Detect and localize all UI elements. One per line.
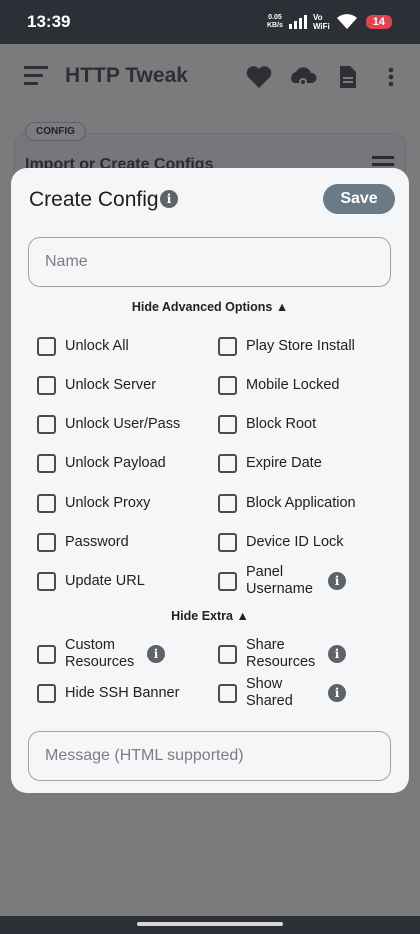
checkbox-box[interactable] bbox=[37, 684, 56, 703]
document-icon[interactable] bbox=[332, 63, 362, 91]
cloud-sync-icon[interactable] bbox=[288, 63, 318, 91]
checkbox-hide-ssh-banner[interactable]: Hide SSH Banner bbox=[37, 684, 179, 703]
dialog-title: Create Config bbox=[29, 188, 159, 211]
app-title: HTTP Tweak bbox=[65, 64, 188, 87]
battery-indicator: 14 bbox=[365, 15, 392, 29]
wifi-icon bbox=[336, 14, 357, 29]
checkbox-share-resources[interactable]: Share Resources bbox=[218, 637, 318, 671]
checkbox-box[interactable] bbox=[37, 415, 56, 434]
hide-advanced-options-toggle[interactable]: Hide Advanced Options ▲ bbox=[11, 300, 409, 314]
checkbox-box[interactable] bbox=[218, 454, 237, 473]
checkbox-box[interactable] bbox=[218, 571, 237, 591]
checkbox-box[interactable] bbox=[218, 533, 237, 552]
info-icon[interactable]: i bbox=[328, 684, 346, 702]
name-field[interactable] bbox=[28, 237, 391, 287]
status-bar: 13:39 0.05 KB/s Vo WiFi 14 bbox=[0, 0, 420, 44]
network-speed: 0.05 KB/s bbox=[266, 14, 283, 29]
checkbox-custom-resources[interactable]: Custom Resources bbox=[37, 637, 137, 671]
signal-icon bbox=[288, 15, 307, 29]
app-actions bbox=[244, 63, 406, 91]
hide-extra-toggle[interactable]: Hide Extra ▲ bbox=[11, 609, 409, 623]
checkbox-mobile-locked[interactable]: Mobile Locked bbox=[218, 376, 340, 395]
checkbox-block-root[interactable]: Block Root bbox=[218, 415, 316, 434]
checkbox-update-url[interactable]: Update URL bbox=[37, 572, 145, 591]
checkbox-box[interactable] bbox=[37, 494, 56, 513]
checkbox-unlock-payload[interactable]: Unlock Payload bbox=[37, 454, 166, 473]
checkbox-box[interactable] bbox=[37, 644, 56, 664]
checkbox-show-shared[interactable]: Show Shared bbox=[218, 676, 318, 710]
checkbox-device-id-lock[interactable]: Device ID Lock bbox=[218, 533, 344, 552]
vowifi-indicator: Vo WiFi bbox=[312, 13, 330, 31]
checkbox-box[interactable] bbox=[218, 337, 237, 356]
checkbox-box[interactable] bbox=[218, 683, 237, 703]
checkbox-play-store-install[interactable]: Play Store Install bbox=[218, 337, 355, 356]
info-icon[interactable]: i bbox=[328, 645, 346, 663]
checkbox-block-application[interactable]: Block Application bbox=[218, 494, 356, 513]
home-indicator[interactable] bbox=[137, 922, 283, 926]
checkbox-box[interactable] bbox=[37, 337, 56, 356]
checkbox-unlock-all[interactable]: Unlock All bbox=[37, 337, 129, 356]
info-icon[interactable]: i bbox=[147, 645, 165, 663]
checkbox-unlock-proxy[interactable]: Unlock Proxy bbox=[37, 494, 150, 513]
config-chip: CONFIG bbox=[25, 122, 86, 141]
more-vert-icon[interactable] bbox=[376, 63, 406, 91]
status-time: 13:39 bbox=[27, 12, 71, 31]
app-bar: HTTP Tweak bbox=[0, 44, 420, 110]
status-icons: 0.05 KB/s Vo WiFi 14 bbox=[267, 10, 392, 34]
checkbox-panel-username[interactable]: Panel Username bbox=[218, 564, 318, 598]
checkbox-box[interactable] bbox=[218, 494, 237, 513]
create-config-dialog: Create Config i Save Hide Advanced Optio… bbox=[11, 168, 409, 793]
checkbox-box[interactable] bbox=[218, 415, 237, 434]
checkbox-unlock-server[interactable]: Unlock Server bbox=[37, 376, 156, 395]
checkbox-unlock-user-pass[interactable]: Unlock User/Pass bbox=[37, 415, 180, 434]
checkbox-box[interactable] bbox=[218, 376, 237, 395]
checkbox-box[interactable] bbox=[37, 572, 56, 591]
checkbox-box[interactable] bbox=[37, 533, 56, 552]
checkbox-expire-date[interactable]: Expire Date bbox=[218, 454, 322, 473]
menu-icon[interactable] bbox=[24, 66, 48, 90]
message-field[interactable] bbox=[28, 731, 391, 781]
heart-icon[interactable] bbox=[244, 63, 274, 91]
checkbox-password[interactable]: Password bbox=[37, 533, 129, 552]
checkbox-box[interactable] bbox=[218, 644, 237, 664]
checkbox-box[interactable] bbox=[37, 376, 56, 395]
info-icon[interactable]: i bbox=[328, 572, 346, 590]
save-button[interactable]: Save bbox=[323, 184, 395, 214]
checkbox-box[interactable] bbox=[37, 454, 56, 473]
info-icon[interactable]: i bbox=[160, 190, 178, 208]
